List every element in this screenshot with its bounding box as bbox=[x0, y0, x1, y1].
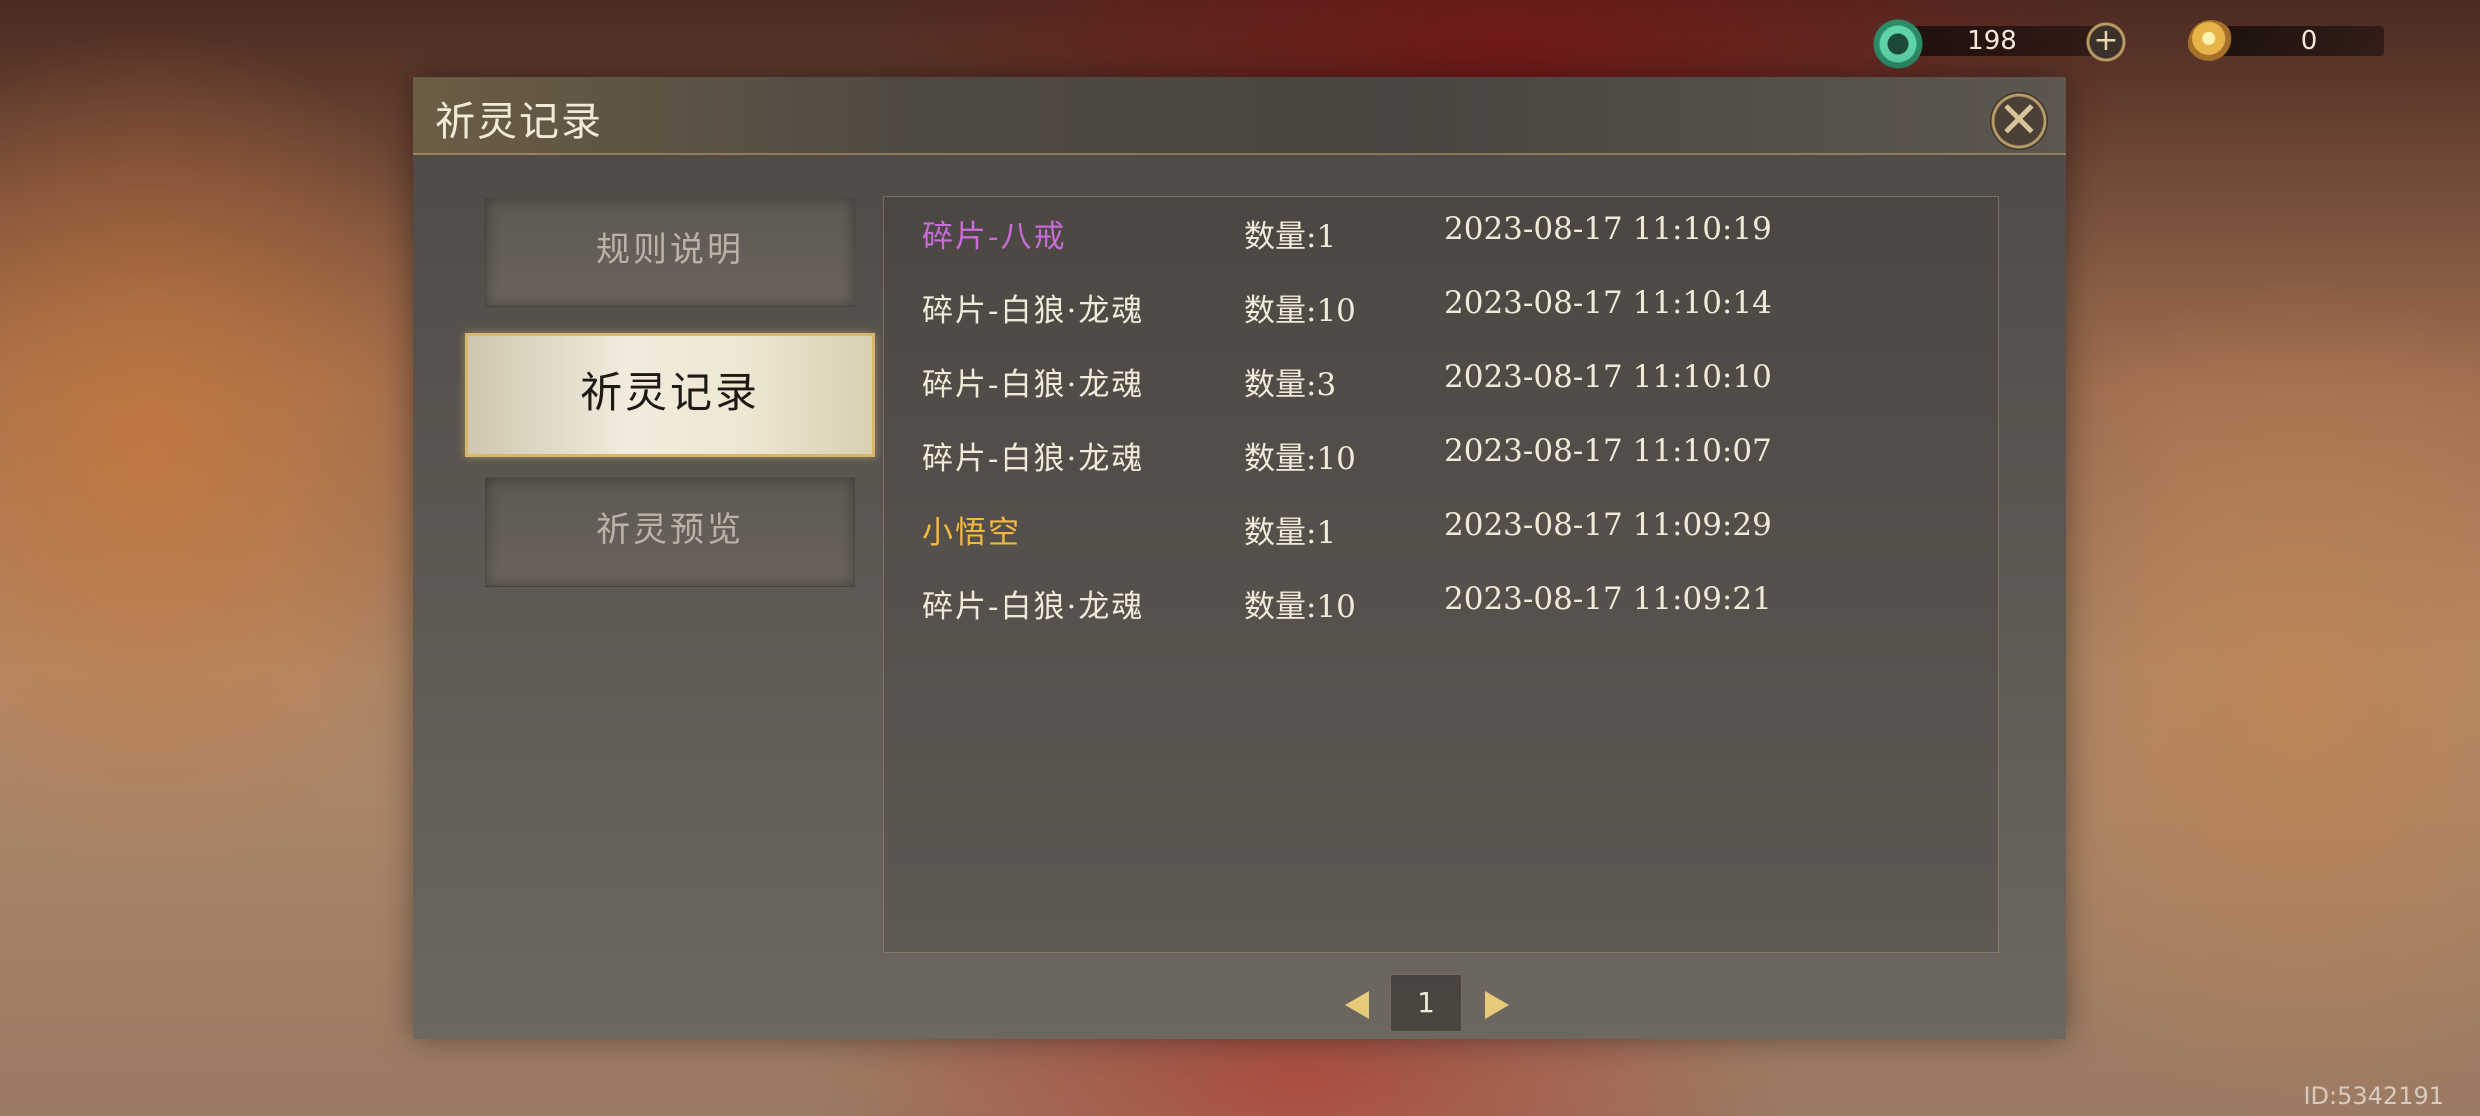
list-item: 碎片-白狼·龙魂 数量:3 2023-08-17 11:10:10 bbox=[884, 345, 1998, 419]
record-name: 碎片-白狼·龙魂 bbox=[922, 441, 1145, 477]
tab-rules[interactable]: 规则说明 bbox=[485, 197, 855, 307]
record-quantity: 数量:10 bbox=[1244, 441, 1356, 477]
gold-currency-value: 0 bbox=[2300, 26, 2318, 56]
record-time: 2023-08-17 11:10:10 bbox=[1444, 359, 1772, 395]
list-item: 碎片-白狼·龙魂 数量:10 2023-08-17 11:09:21 bbox=[884, 567, 1998, 641]
gold-coin-icon bbox=[2188, 20, 2234, 66]
previous-page-button[interactable] bbox=[1345, 991, 1369, 1019]
add-jade-button[interactable]: + bbox=[2086, 22, 2126, 62]
record-quantity: 数量:10 bbox=[1244, 293, 1356, 329]
gold-currency-bar: 0 bbox=[2188, 18, 2388, 66]
record-quantity: 数量:10 bbox=[1244, 589, 1356, 625]
record-quantity: 数量:3 bbox=[1244, 367, 1337, 403]
pagination: 1 bbox=[413, 974, 2066, 1034]
record-name: 碎片-白狼·龙魂 bbox=[922, 589, 1145, 625]
next-page-button[interactable] bbox=[1485, 991, 1509, 1019]
record-name: 碎片-白狼·龙魂 bbox=[922, 293, 1145, 329]
jade-currency-value: 198 bbox=[1967, 26, 2017, 56]
list-item: 碎片-白狼·龙魂 数量:10 2023-08-17 11:10:14 bbox=[884, 271, 1998, 345]
list-item: 碎片-白狼·龙魂 数量:10 2023-08-17 11:10:07 bbox=[884, 419, 1998, 493]
record-time: 2023-08-17 11:10:14 bbox=[1444, 285, 1772, 321]
tab-prayer-preview[interactable]: 祈灵预览 bbox=[485, 477, 855, 587]
record-name: 碎片-八戒 bbox=[922, 219, 1067, 255]
prayer-record-dialog: 祈灵记录 ✕ 规则说明 祈灵记录 祈灵预览 碎片-八戒 数量:1 2023-08… bbox=[413, 77, 2066, 1039]
user-id: ID:5342191 bbox=[2303, 1082, 2444, 1110]
record-quantity: 数量:1 bbox=[1244, 219, 1337, 255]
dialog-title-bar: 祈灵记录 ✕ bbox=[413, 77, 2066, 155]
record-name: 小悟空 bbox=[922, 515, 1021, 551]
record-time: 2023-08-17 11:09:21 bbox=[1444, 581, 1772, 617]
page-number: 1 bbox=[1390, 974, 1462, 1032]
dialog-title: 祈灵记录 bbox=[435, 99, 603, 145]
record-time: 2023-08-17 11:10:19 bbox=[1444, 211, 1772, 247]
jade-dragon-icon bbox=[1872, 18, 1924, 70]
list-item: 碎片-八戒 数量:1 2023-08-17 11:10:19 bbox=[884, 197, 1998, 271]
jade-currency-bar: 198 + bbox=[1872, 18, 2162, 70]
tab-prayer-records[interactable]: 祈灵记录 bbox=[465, 333, 875, 457]
records-list: 碎片-八戒 数量:1 2023-08-17 11:10:19 碎片-白狼·龙魂 … bbox=[883, 196, 1999, 953]
list-item: 小悟空 数量:1 2023-08-17 11:09:29 bbox=[884, 493, 1998, 567]
record-quantity: 数量:1 bbox=[1244, 515, 1337, 551]
close-button[interactable]: ✕ bbox=[1990, 92, 2048, 150]
record-time: 2023-08-17 11:10:07 bbox=[1444, 433, 1772, 469]
record-time: 2023-08-17 11:09:29 bbox=[1444, 507, 1772, 543]
record-name: 碎片-白狼·龙魂 bbox=[922, 367, 1145, 403]
